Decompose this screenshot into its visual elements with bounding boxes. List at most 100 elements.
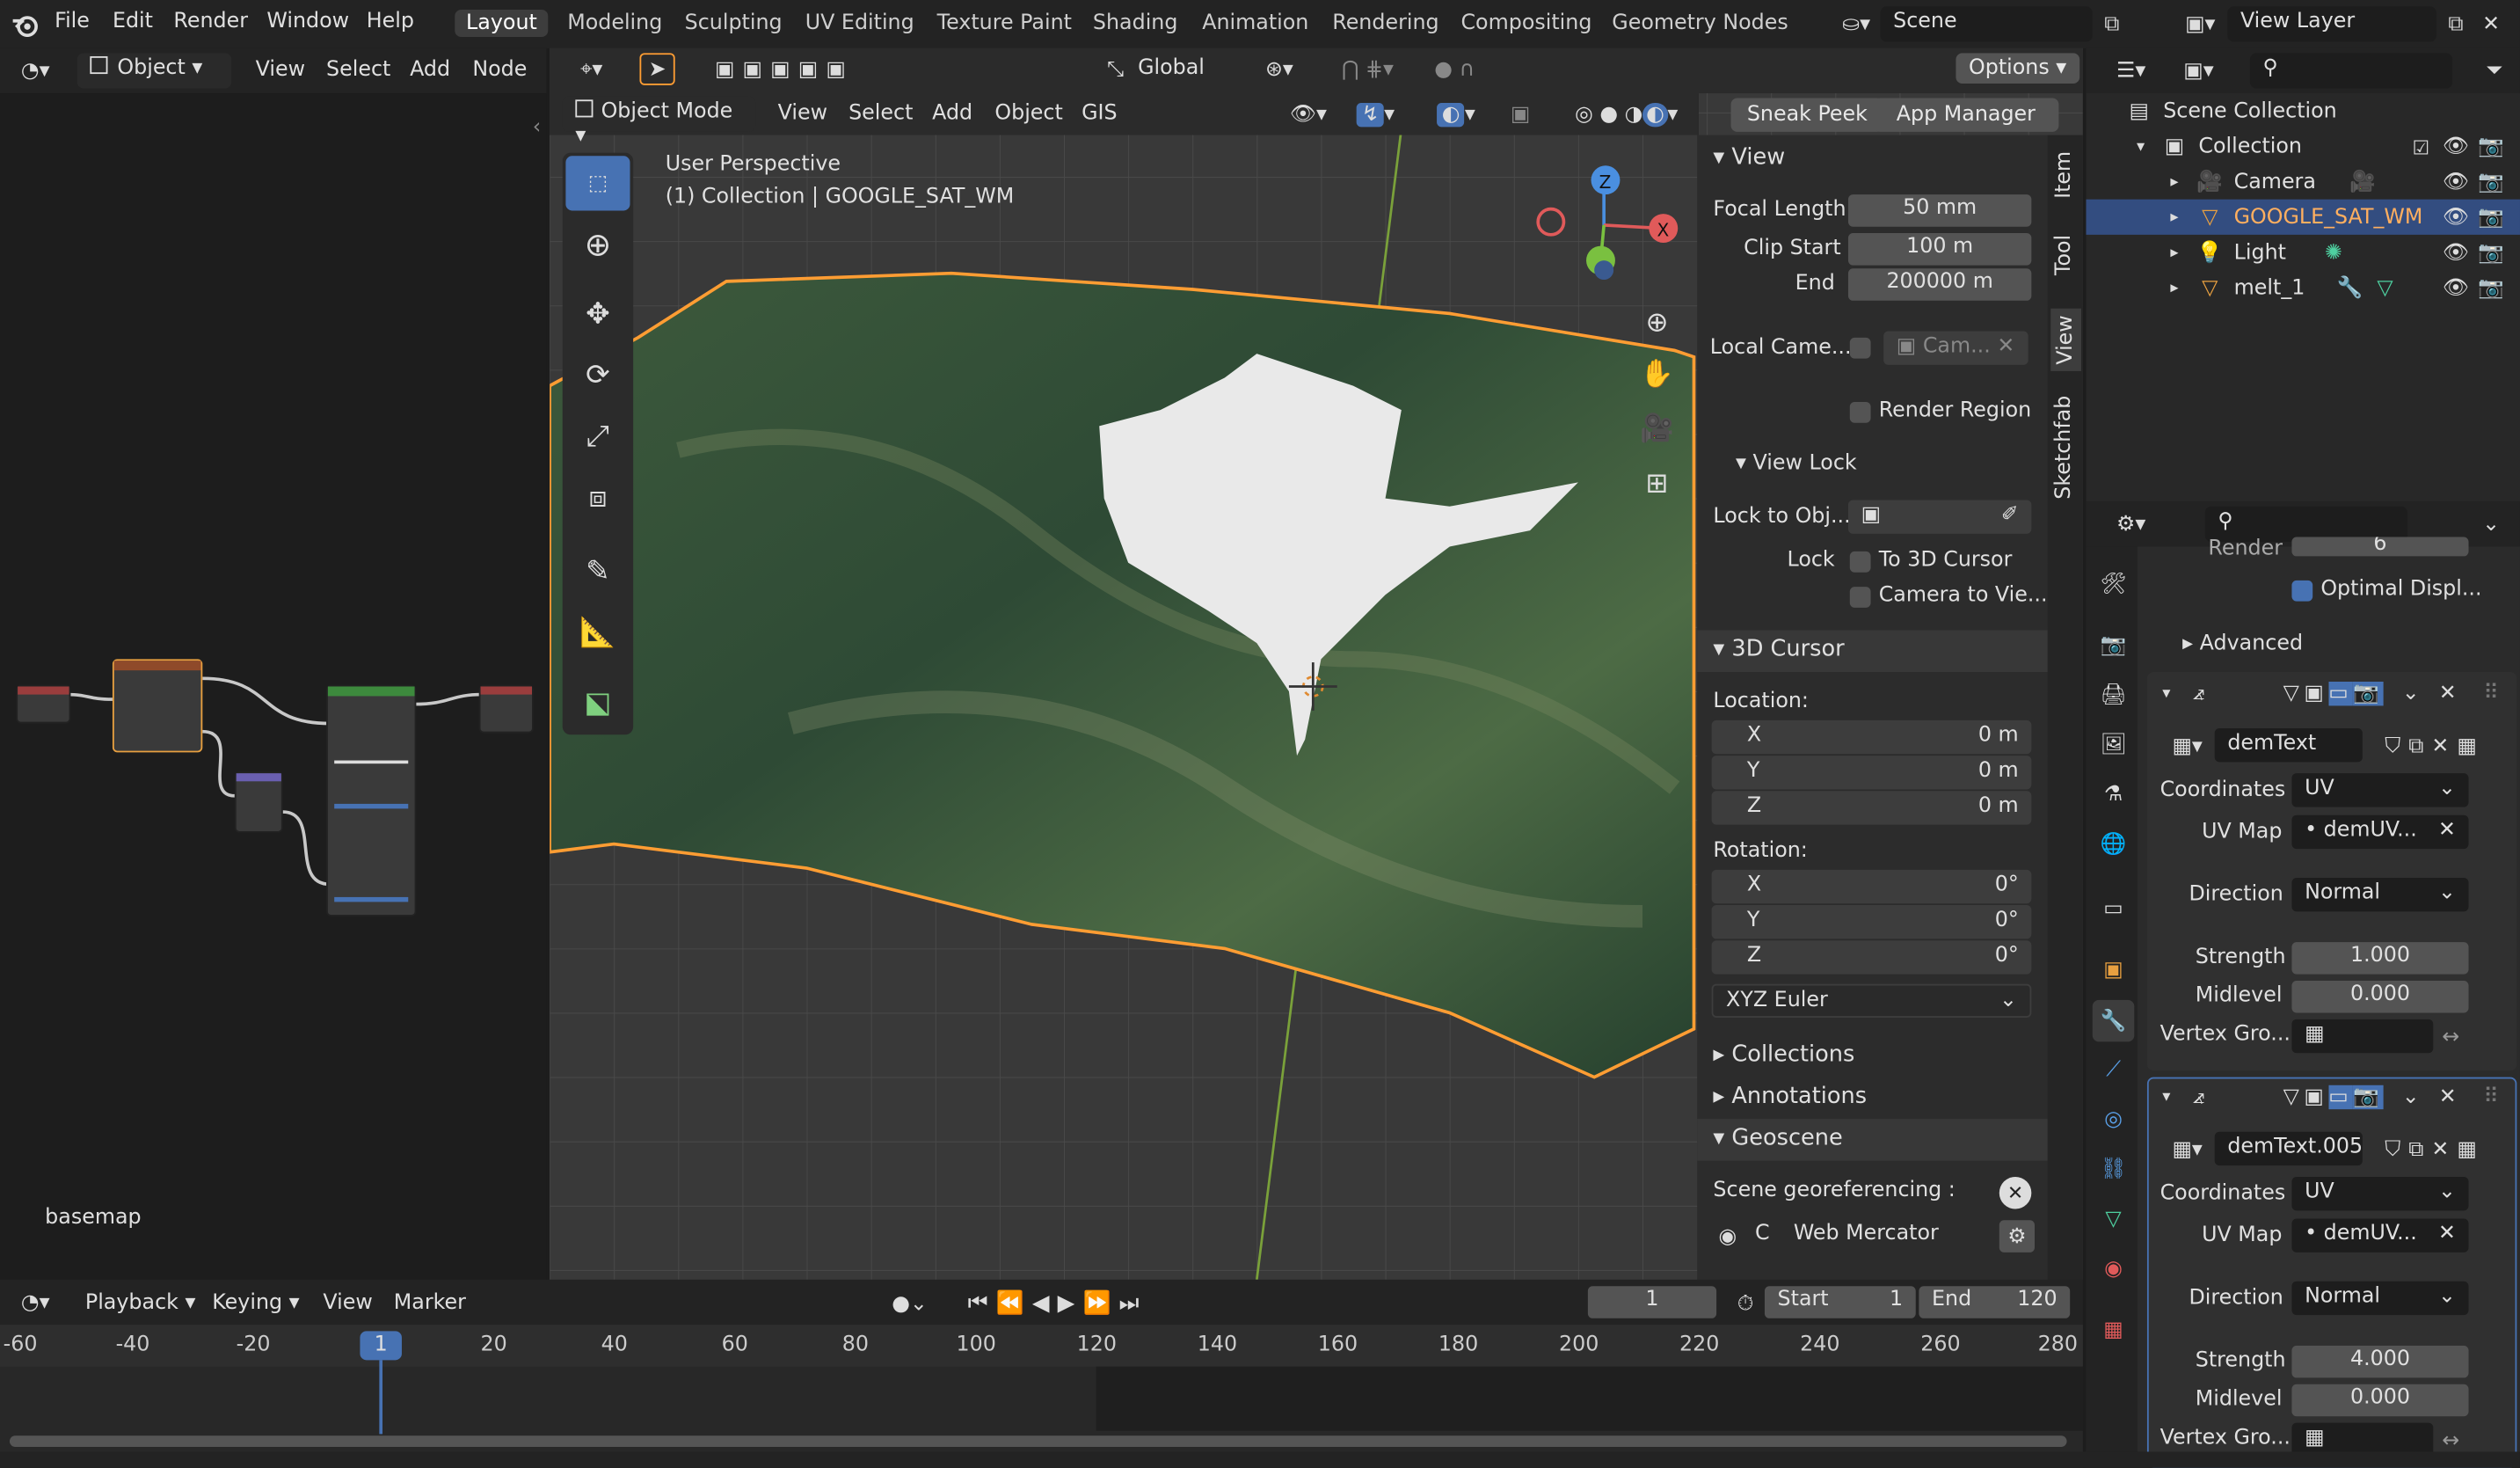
node-principled-bsdf[interactable] xyxy=(326,684,417,917)
zoom-icon[interactable]: ⊕ xyxy=(1636,303,1679,345)
world-tab-icon[interactable]: 🌐 xyxy=(2095,826,2130,861)
location-z-field[interactable]: Z 0 m xyxy=(1711,791,2032,825)
camera-eye-icon[interactable]: 👁 xyxy=(2441,169,2470,194)
new-view-layer-icon[interactable]: ⧉ xyxy=(2440,8,2473,40)
node-object-dropdown[interactable]: Object ▾ xyxy=(76,53,232,89)
outliner-editor-type-icon[interactable]: ☰▾ xyxy=(2102,55,2160,87)
collection-exclude-checkbox[interactable]: ☑ xyxy=(2413,136,2434,159)
tab-sculpting[interactable]: Sculpting xyxy=(674,10,794,37)
material-tab-icon[interactable]: ◉ xyxy=(2095,1251,2130,1286)
particles-tab-icon[interactable]: ⟋ xyxy=(2095,1051,2130,1086)
mod2-invert-icon[interactable]: ↔ xyxy=(2436,1426,2465,1455)
crs-settings-gear-icon[interactable]: ⚙ xyxy=(1999,1220,2035,1253)
mod1-direction-dropdown[interactable]: Normal ⌄ xyxy=(2291,877,2469,912)
light-eye-icon[interactable]: 👁 xyxy=(2441,239,2470,265)
node-bump[interactable] xyxy=(234,771,283,833)
new-scene-icon[interactable]: ⧉ xyxy=(2095,8,2128,40)
mod2-strength-field[interactable]: 4.000 xyxy=(2291,1345,2469,1378)
rotate-tool-icon[interactable]: ⟳ xyxy=(565,347,630,402)
mod2-drag-icon[interactable]: ⠿ xyxy=(2478,1082,2503,1111)
timeline-editor-type-icon[interactable]: ◔▾ xyxy=(10,1286,61,1318)
tab-layout[interactable]: Layout xyxy=(455,9,549,38)
collections-header[interactable]: ▸ Collections xyxy=(1713,1041,1854,1067)
focal-length-field[interactable]: 50 mm xyxy=(1847,194,2032,227)
camera-view-icon[interactable]: 🎥 xyxy=(1636,408,1679,450)
select-tool-icon[interactable]: ➤ xyxy=(639,53,675,85)
viewport-menu-add[interactable]: Add xyxy=(932,101,972,125)
view-layer-icon[interactable]: ▣▾ xyxy=(2176,8,2225,40)
mod1-collapse-icon[interactable]: ▾ xyxy=(2153,678,2179,707)
annotations-header[interactable]: ▸ Annotations xyxy=(1713,1084,1867,1109)
mod2-texture-field[interactable]: demText.005 xyxy=(2214,1131,2363,1166)
mod2-direction-dropdown[interactable]: Normal ⌄ xyxy=(2291,1281,2469,1316)
mod2-coordinates-dropdown[interactable]: UV ⌄ xyxy=(2291,1176,2469,1211)
clip-end-field[interactable]: 200000 m xyxy=(1847,268,2032,301)
scene-selector-icon[interactable]: ⛀▾ xyxy=(1832,8,1881,40)
pan-hand-icon[interactable]: ✋ xyxy=(1636,354,1679,396)
modifier-tab-icon[interactable]: 🔧 xyxy=(2092,999,2135,1042)
light-render-icon[interactable]: 📷 xyxy=(2477,239,2506,265)
select-box-tool-icon[interactable]: ⬚ xyxy=(565,156,630,211)
mod1-uvmap-field[interactable]: • demUV... ✕ xyxy=(2291,814,2469,850)
outliner-camera[interactable]: Camera xyxy=(2234,171,2316,194)
menu-file[interactable]: File xyxy=(55,10,90,33)
data-tab-icon[interactable]: ▽ xyxy=(2095,1201,2130,1236)
node-menu-view[interactable]: View xyxy=(256,58,305,82)
collection-tab-icon[interactable]: ▭ xyxy=(2095,891,2130,926)
outliner-filter-icon[interactable]: ⏷ xyxy=(2478,55,2510,87)
navigation-gizmo[interactable]: Z X xyxy=(1526,161,1687,289)
collection-expand-icon[interactable]: ▾ xyxy=(2131,134,2151,159)
location-y-field[interactable]: Y 0 m xyxy=(1711,756,2032,790)
mod2-uvmap-field[interactable]: • demUV... ✕ xyxy=(2291,1218,2469,1253)
gizmo-toggle-icon[interactable]: ↯ ▾ xyxy=(1344,98,1408,130)
mod2-visibility-icons[interactable]: ▽▣ ▭ 📷 xyxy=(2254,1082,2414,1111)
node-menu-add[interactable]: Add xyxy=(410,58,450,82)
eyedropper-icon[interactable]: ✐ xyxy=(2001,503,2019,527)
rotation-y-field[interactable]: Y 0° xyxy=(1711,905,2032,939)
rotation-x-field[interactable]: X 0° xyxy=(1711,869,2032,904)
timeline-marker-menu[interactable]: Marker xyxy=(394,1291,466,1315)
tab-shading[interactable]: Shading xyxy=(1082,10,1189,37)
pivot-point-icon[interactable]: ⊛▾ xyxy=(1247,53,1311,85)
outliner-search-input[interactable]: ⚲ xyxy=(2249,53,2453,89)
menu-edit[interactable]: Edit xyxy=(113,10,153,33)
timeline-view-menu[interactable]: View xyxy=(323,1291,372,1315)
shading-mode-icons[interactable]: ◎ ● ◑ ◐ ▾ xyxy=(1546,98,1707,130)
options-dropdown[interactable]: Options ▾ xyxy=(1956,53,2079,84)
camera-to-view-checkbox[interactable] xyxy=(1849,587,1871,608)
mod1-invert-icon[interactable]: ↔ xyxy=(2436,1022,2465,1051)
visibility-icon[interactable]: 👁▾ xyxy=(1283,98,1334,130)
npanel-tab-sketchfab[interactable]: Sketchfab xyxy=(2052,396,2076,500)
node-menu-select[interactable]: Select xyxy=(326,58,390,82)
mod1-drag-icon[interactable]: ⠿ xyxy=(2478,678,2503,707)
mod2-collapse-icon[interactable]: ▾ xyxy=(2153,1082,2179,1111)
outliner-melt-1[interactable]: melt_1 xyxy=(2234,276,2305,300)
rotation-z-field[interactable]: Z 0° xyxy=(1711,940,2032,975)
object-mode-dropdown[interactable]: Object Mode ▾ xyxy=(562,96,756,148)
properties-options-icon[interactable]: ⌄ xyxy=(2475,508,2508,541)
mod1-vertex-group-field[interactable]: ▦ xyxy=(2291,1019,2434,1054)
playhead-frame-indicator[interactable]: 1 xyxy=(360,1331,402,1361)
menu-render[interactable]: Render xyxy=(173,10,248,33)
mod1-texture-browse-icon[interactable]: ▦▾ xyxy=(2163,730,2211,763)
tab-modeling[interactable]: Modeling xyxy=(556,10,674,37)
transform-tool-icon[interactable]: ⧈ xyxy=(565,470,630,524)
npanel-tab-item[interactable]: Item xyxy=(2052,151,2076,199)
geoscene-header[interactable]: ▾ Geoscene xyxy=(1713,1125,1842,1150)
scene-collection-label[interactable]: Scene Collection xyxy=(2163,99,2337,123)
measure-tool-icon[interactable]: 📐 xyxy=(565,604,630,659)
mod2-menu-icon[interactable]: ⌄ xyxy=(2398,1082,2423,1111)
mod2-remove-icon[interactable]: ✕ xyxy=(2433,1082,2462,1111)
mod1-midlevel-field[interactable]: 0.000 xyxy=(2291,980,2469,1013)
mod1-coordinates-dropdown[interactable]: UV ⌄ xyxy=(2291,773,2469,807)
scene-field[interactable]: Scene xyxy=(1880,6,2093,42)
menu-help[interactable]: Help xyxy=(367,10,414,33)
editor-type-icon[interactable]: ◔▾ xyxy=(10,55,61,87)
optimal-display-checkbox[interactable] xyxy=(2291,580,2313,602)
clip-start-field[interactable]: 100 m xyxy=(1847,233,2032,266)
add-cube-tool-icon[interactable]: ⬕ xyxy=(565,676,630,730)
node-menu-node[interactable]: Node xyxy=(472,58,527,82)
auto-keying-icon[interactable]: ●⌄ xyxy=(878,1288,942,1320)
lock-to-object-field[interactable]: ▣ ✐ xyxy=(1847,500,2032,534)
3d-cursor-header[interactable]: ▾ 3D Cursor xyxy=(1713,637,1844,662)
